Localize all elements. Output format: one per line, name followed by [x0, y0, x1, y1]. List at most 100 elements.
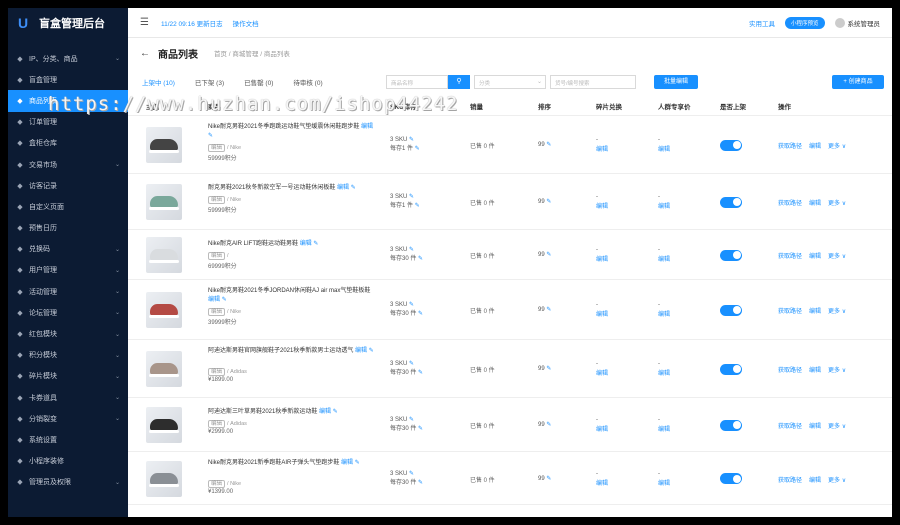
edit-pencil-icon[interactable]: ✎ — [418, 480, 423, 486]
edit-name-link[interactable]: 编辑 — [319, 409, 331, 415]
search-input[interactable]: 商品名称 — [386, 75, 448, 89]
sidebar-item[interactable]: ◆ IP、分类、商品 ⌄ — [8, 48, 128, 69]
fragment-edit-link[interactable]: 编辑 — [596, 312, 608, 318]
edit-pencil-icon[interactable]: ✎ — [208, 133, 213, 139]
edit-link[interactable]: 编辑 — [809, 421, 821, 430]
edit-pencil-icon[interactable]: ✎ — [355, 460, 360, 466]
edit-link[interactable]: 编辑 — [809, 141, 821, 150]
edit-pencil-icon[interactable]: ✎ — [546, 142, 551, 148]
status-tab[interactable]: 已售罄 (0) — [244, 77, 273, 87]
sidebar-item[interactable]: ◆ 用户管理 ⌄ — [8, 260, 128, 281]
edit-pencil-icon[interactable]: ✎ — [333, 409, 338, 415]
sidebar-item[interactable]: ◆ 商品列表 — [8, 90, 128, 112]
mini-program-button[interactable]: 小程序预览 — [784, 16, 825, 29]
more-dropdown[interactable]: 更多 ∨ — [828, 421, 846, 430]
sidebar-item[interactable]: ◆ 管理员及权限 ⌄ — [8, 472, 128, 493]
back-arrow-icon[interactable]: ← — [140, 48, 150, 59]
sidebar-item[interactable]: ◆ 自定义页面 — [8, 196, 128, 217]
edit-link[interactable]: 编辑 — [809, 475, 821, 484]
member-price-edit-link[interactable]: 编辑 — [658, 312, 670, 318]
fragment-edit-link[interactable]: 编辑 — [596, 427, 608, 433]
status-tab[interactable]: 上架中 (10) — [142, 77, 175, 87]
edit-pencil-icon[interactable]: ✎ — [369, 348, 374, 354]
sidebar-item[interactable]: ◆ 订单管理 — [8, 112, 128, 133]
sidebar-item[interactable]: ◆ 兑换码 ⌄ — [8, 239, 128, 260]
edit-pencil-icon[interactable]: ✎ — [546, 199, 551, 205]
edit-pencil-icon[interactable]: ✎ — [418, 426, 423, 432]
get-path-link[interactable]: 获取路径 — [778, 421, 802, 430]
edit-name-link[interactable]: 编辑 — [341, 460, 353, 466]
user-menu[interactable]: 系统管理员 — [834, 17, 880, 28]
listed-toggle[interactable] — [720, 249, 742, 261]
tools-link[interactable]: 实用工具 — [749, 18, 775, 28]
edit-pencil-icon[interactable]: ✎ — [409, 417, 414, 423]
tag-edit[interactable]: 编辑 — [208, 196, 226, 204]
edit-link[interactable]: 编辑 — [809, 306, 821, 315]
edit-name-link[interactable]: 编辑 — [355, 348, 367, 354]
edit-pencil-icon[interactable]: ✎ — [409, 302, 414, 308]
edit-pencil-icon[interactable]: ✎ — [409, 194, 414, 200]
more-dropdown[interactable]: 更多 ∨ — [828, 475, 846, 484]
sidebar-item[interactable]: ◆ 积分模块 ⌄ — [8, 345, 128, 366]
member-price-edit-link[interactable]: 编辑 — [658, 147, 670, 153]
changelog-link[interactable]: 11/22 09:16 更新日志 — [161, 18, 223, 28]
create-product-button[interactable]: + 创建商品 — [832, 75, 884, 89]
get-path-link[interactable]: 获取路径 — [778, 141, 802, 150]
edit-pencil-icon[interactable]: ✎ — [409, 137, 414, 143]
sidebar-item[interactable]: ◆ 盒柜仓库 — [8, 133, 128, 154]
search-button[interactable]: ⚲ — [448, 75, 470, 89]
edit-pencil-icon[interactable]: ✎ — [351, 185, 356, 191]
more-dropdown[interactable]: 更多 ∨ — [828, 251, 846, 260]
get-path-link[interactable]: 获取路径 — [778, 365, 802, 374]
edit-pencil-icon[interactable]: ✎ — [418, 311, 423, 317]
product-image[interactable] — [146, 127, 182, 163]
edit-name-link[interactable]: 编辑 — [337, 185, 349, 191]
listed-toggle[interactable] — [720, 363, 742, 375]
edit-pencil-icon[interactable]: ✎ — [415, 203, 420, 209]
fragment-edit-link[interactable]: 编辑 — [596, 481, 608, 487]
product-image[interactable] — [146, 292, 182, 328]
edit-pencil-icon[interactable]: ✎ — [546, 422, 551, 428]
sidebar-item[interactable]: ◆ 碎片模块 ⌄ — [8, 366, 128, 387]
more-dropdown[interactable]: 更多 ∨ — [828, 365, 846, 374]
edit-pencil-icon[interactable]: ✎ — [418, 256, 423, 262]
sidebar-item[interactable]: ◆ 交易市场 ⌄ — [8, 154, 128, 175]
edit-name-link[interactable]: 编辑 — [208, 297, 220, 303]
member-price-edit-link[interactable]: 编辑 — [658, 481, 670, 487]
sidebar-item[interactable]: ◆ 系统设置 — [8, 429, 128, 450]
tag-edit[interactable]: 编辑 — [208, 308, 226, 316]
edit-link[interactable]: 编辑 — [809, 251, 821, 260]
get-path-link[interactable]: 获取路径 — [778, 475, 802, 484]
edit-pencil-icon[interactable]: ✎ — [415, 146, 420, 152]
tag-edit[interactable]: 编辑 — [208, 420, 226, 428]
collapse-menu-icon[interactable]: ☰ — [140, 17, 149, 28]
edit-pencil-icon[interactable]: ✎ — [409, 471, 414, 477]
edit-pencil-icon[interactable]: ✎ — [418, 370, 423, 376]
edit-pencil-icon[interactable]: ✎ — [546, 252, 551, 258]
more-dropdown[interactable]: 更多 ∨ — [828, 306, 846, 315]
listed-toggle[interactable] — [720, 196, 742, 208]
sidebar-item[interactable]: ◆ 卡券道具 ⌄ — [8, 387, 128, 408]
listed-toggle[interactable] — [720, 473, 742, 484]
edit-pencil-icon[interactable]: ✎ — [222, 297, 227, 303]
get-path-link[interactable]: 获取路径 — [778, 306, 802, 315]
listed-toggle[interactable] — [720, 139, 742, 151]
sidebar-item[interactable]: ◆ 活动管理 ⌄ — [8, 281, 128, 302]
sidebar-item[interactable]: ◆ 红包模块 ⌄ — [8, 323, 128, 344]
member-price-edit-link[interactable]: 编辑 — [658, 204, 670, 210]
member-price-edit-link[interactable]: 编辑 — [658, 257, 670, 263]
product-image[interactable] — [146, 460, 182, 497]
member-price-edit-link[interactable]: 编辑 — [658, 371, 670, 377]
edit-link[interactable]: 编辑 — [809, 365, 821, 374]
listed-toggle[interactable] — [720, 419, 742, 431]
fragment-edit-link[interactable]: 编辑 — [596, 257, 608, 263]
product-image[interactable] — [146, 184, 182, 220]
product-image[interactable] — [146, 407, 182, 443]
fragment-edit-link[interactable]: 编辑 — [596, 147, 608, 153]
member-price-edit-link[interactable]: 编辑 — [658, 427, 670, 433]
edit-pencil-icon[interactable]: ✎ — [409, 361, 414, 367]
tag-edit[interactable]: 编辑 — [208, 368, 226, 376]
edit-pencil-icon[interactable]: ✎ — [546, 307, 551, 313]
batch-edit-button[interactable]: 批量编辑 — [654, 75, 698, 89]
sidebar-item[interactable]: ◆ 小程序装修 — [8, 451, 128, 472]
